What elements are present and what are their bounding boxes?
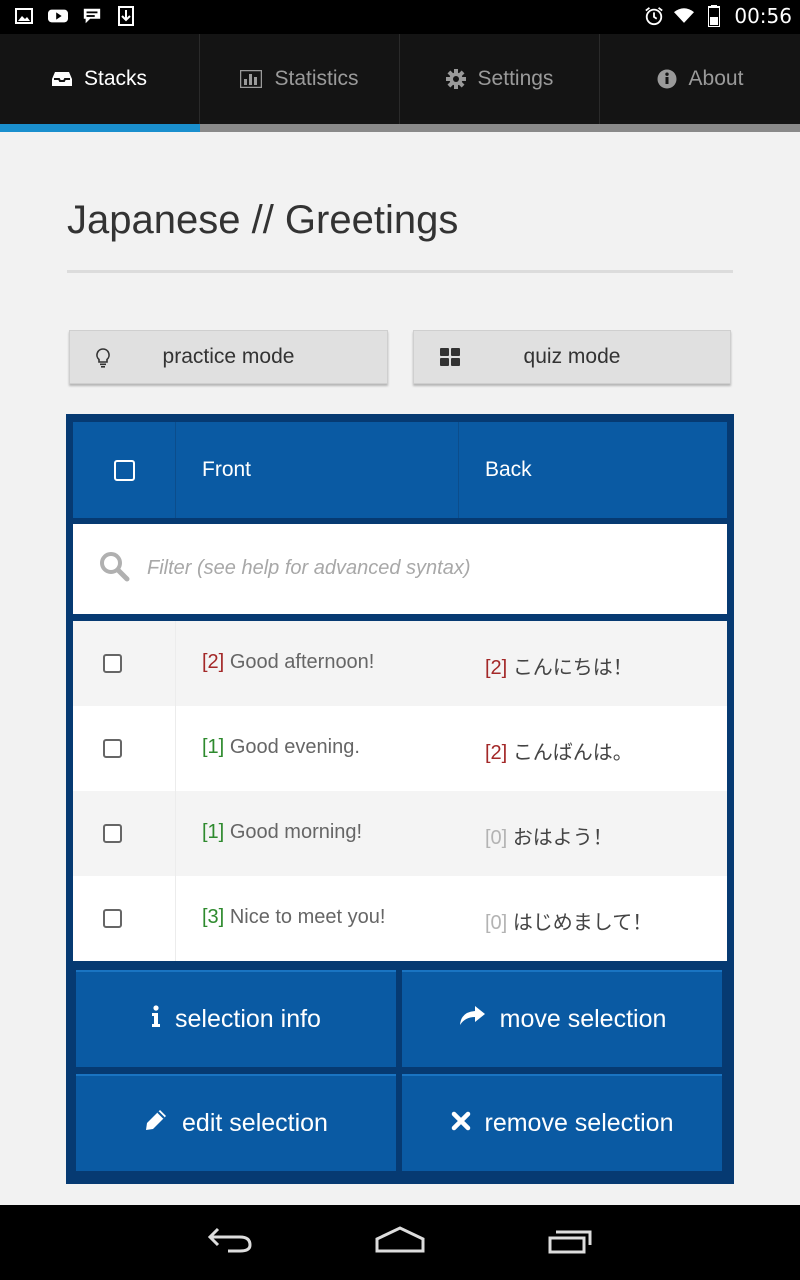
- move-selection-button[interactable]: move selection: [402, 970, 722, 1067]
- filter-bar: [73, 524, 727, 614]
- gear-icon: [445, 69, 466, 89]
- tab-label: Settings: [477, 67, 554, 90]
- inbox-icon: [51, 71, 72, 87]
- card-table: Front Back [2] Good afternoon! [2] こんにちは…: [66, 414, 734, 1184]
- back-text: おはよう！: [512, 827, 613, 849]
- alarm-icon: [644, 6, 664, 26]
- row-check-cell: [73, 791, 176, 876]
- row-check-cell: [73, 706, 176, 791]
- back-cell: [2] こんにちは！: [485, 651, 633, 680]
- back-cell: [0] はじめまして！: [485, 906, 652, 935]
- front-level: [3]: [202, 906, 225, 928]
- system-nav-bar: [0, 1205, 800, 1280]
- tab-settings[interactable]: Settings: [400, 34, 600, 124]
- table-row[interactable]: [3] Nice to meet you! [0] はじめまして！: [73, 876, 727, 961]
- front-level: [1]: [202, 736, 225, 758]
- front-level: [1]: [202, 821, 225, 843]
- back-level: [0]: [485, 827, 508, 849]
- edit-selection-label: edit selection: [182, 1109, 328, 1137]
- share-arrow-icon: [458, 1005, 486, 1034]
- back-text: こんばんは。: [512, 742, 633, 764]
- select-all-checkbox[interactable]: [113, 459, 135, 481]
- selection-info-button[interactable]: selection info: [76, 970, 396, 1067]
- status-bar: 00:56: [0, 0, 800, 34]
- move-selection-label: move selection: [499, 1005, 667, 1033]
- tab-statistics[interactable]: Statistics: [200, 34, 400, 124]
- back-cell: [2] こんばんは。: [485, 736, 633, 765]
- practice-mode-button[interactable]: practice mode: [69, 330, 388, 384]
- front-text: Good morning!: [229, 821, 363, 843]
- front-level: [2]: [202, 651, 225, 673]
- header-front[interactable]: Front: [176, 422, 459, 518]
- row-checkbox[interactable]: [103, 824, 122, 843]
- selection-info-label: selection info: [175, 1005, 321, 1033]
- chat-icon: [82, 6, 102, 26]
- download-icon: [116, 6, 136, 26]
- select-all-cell: [73, 422, 176, 518]
- filter-input[interactable]: [147, 546, 707, 590]
- clock-time: 00:56: [734, 4, 792, 28]
- remove-selection-label: remove selection: [484, 1109, 674, 1137]
- row-checkbox[interactable]: [103, 909, 122, 928]
- battery-icon: [704, 5, 724, 27]
- back-text: こんにちは！: [512, 657, 633, 679]
- front-cell: [2] Good afternoon!: [202, 651, 374, 674]
- pencil-icon: [144, 1108, 168, 1139]
- tab-about[interactable]: About: [600, 34, 800, 124]
- image-icon: [14, 6, 34, 26]
- tab-indicator: [0, 124, 800, 132]
- quiz-mode-label: quiz mode: [523, 345, 621, 368]
- practice-mode-label: practice mode: [162, 345, 295, 368]
- row-checkbox[interactable]: [103, 654, 122, 673]
- row-checkbox[interactable]: [103, 739, 122, 758]
- back-icon[interactable]: [206, 1225, 254, 1259]
- front-cell: [3] Nice to meet you!: [202, 906, 385, 929]
- recent-apps-icon[interactable]: [546, 1225, 596, 1259]
- wifi-icon: [674, 6, 695, 26]
- card-rows: [2] Good afternoon! [2] こんにちは！ [1] Good …: [73, 621, 727, 961]
- front-cell: [1] Good morning!: [202, 821, 362, 844]
- back-cell: [0] おはよう！: [485, 821, 613, 850]
- info-circle-icon: [657, 69, 677, 89]
- row-check-cell: [73, 621, 176, 706]
- front-text: Nice to meet you!: [229, 906, 386, 928]
- back-level: [0]: [485, 912, 508, 934]
- top-nav: Stacks Statistics Settings About: [0, 34, 800, 132]
- title-divider: [67, 270, 733, 273]
- quiz-mode-button[interactable]: quiz mode: [413, 330, 731, 384]
- youtube-icon: [48, 6, 68, 26]
- table-row[interactable]: [2] Good afternoon! [2] こんにちは！: [73, 621, 727, 706]
- front-text: Good evening.: [229, 736, 360, 758]
- tab-stacks[interactable]: Stacks: [0, 34, 200, 124]
- row-check-cell: [73, 876, 176, 961]
- tab-label: About: [688, 67, 744, 90]
- tab-label: Statistics: [274, 67, 359, 90]
- front-cell: [1] Good evening.: [202, 736, 360, 759]
- back-text: はじめまして！: [512, 912, 653, 934]
- back-level: [2]: [485, 657, 508, 679]
- search-icon: [98, 550, 130, 586]
- info-icon: [151, 1005, 161, 1034]
- bar-chart-icon: [240, 70, 263, 88]
- table-header: Front Back: [73, 422, 727, 518]
- front-text: Good afternoon!: [229, 651, 375, 673]
- edit-selection-button[interactable]: edit selection: [76, 1074, 396, 1171]
- remove-selection-button[interactable]: remove selection: [402, 1074, 722, 1171]
- close-icon: [451, 1109, 471, 1138]
- home-icon[interactable]: [374, 1225, 426, 1259]
- page-title: Japanese // Greetings: [67, 198, 459, 242]
- tab-label: Stacks: [83, 67, 148, 90]
- header-back[interactable]: Back: [459, 422, 727, 518]
- back-level: [2]: [485, 742, 508, 764]
- table-row[interactable]: [1] Good evening. [2] こんばんは。: [73, 706, 727, 791]
- table-row[interactable]: [1] Good morning! [0] おはよう！: [73, 791, 727, 876]
